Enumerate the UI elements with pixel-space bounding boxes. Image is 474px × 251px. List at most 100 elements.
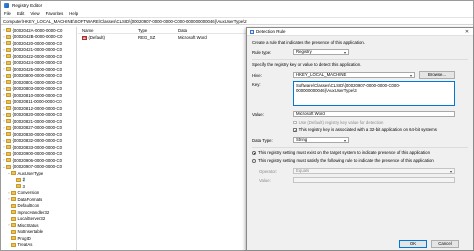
tree-item-label: InprocHandler32 bbox=[17, 209, 50, 215]
ok-button[interactable]: OK bbox=[399, 240, 427, 248]
value-type: REG_SZ bbox=[138, 35, 156, 40]
tree-item-label: {0002042B-0000-0000-C0 bbox=[12, 34, 63, 40]
dialog-title-bar: Detection Rule ✕ bbox=[247, 28, 473, 36]
value-label: Value: bbox=[252, 112, 264, 117]
tree-item-label: 3 bbox=[22, 183, 25, 189]
menu-view[interactable]: View bbox=[30, 11, 39, 16]
folder-icon bbox=[6, 164, 11, 169]
folder-icon bbox=[11, 190, 16, 195]
folder-icon bbox=[11, 203, 16, 208]
browse-button[interactable]: Browse... bbox=[419, 71, 455, 79]
tree-item-label: DefaultIcon bbox=[17, 203, 40, 209]
tree-item-label: {00020832-0000-0000-C0 bbox=[12, 138, 62, 144]
folder-icon bbox=[6, 145, 11, 150]
dialog-icon bbox=[250, 29, 254, 34]
x64-check-icon bbox=[293, 128, 297, 132]
tree-item-label: {00020425-0000-0000-C0 bbox=[12, 66, 62, 72]
rule-type-select[interactable]: Registry bbox=[293, 48, 349, 55]
hive-label: Hive: bbox=[252, 73, 262, 78]
folder-icon bbox=[6, 41, 11, 46]
tree-item-label: NotInsertable bbox=[17, 229, 44, 235]
key-value-line-2: 000000000046}\AuxUserType\3 bbox=[296, 88, 357, 93]
divider bbox=[252, 59, 468, 60]
tree-item-label: DataFormats bbox=[17, 196, 43, 202]
folder-icon bbox=[11, 229, 16, 234]
value-name: (Default) bbox=[88, 35, 105, 40]
data-type-label: Data Type: bbox=[252, 138, 273, 143]
tree-item-label: {00020820-0000-0000-C0 bbox=[12, 112, 62, 118]
use-default-label: Use (Default) registry key value for det… bbox=[298, 119, 384, 125]
hive-select[interactable]: HKEY_LOCAL_MACHINE bbox=[293, 71, 415, 78]
folder-icon bbox=[6, 119, 11, 124]
folder-icon bbox=[16, 184, 21, 189]
tree-item-label: {00020422-0000-0000-C0 bbox=[12, 53, 62, 59]
folder-icon bbox=[11, 210, 16, 215]
folder-icon bbox=[6, 86, 11, 91]
window-title: Registry Editor bbox=[12, 3, 43, 8]
value-input[interactable]: Microsoft Word bbox=[293, 110, 455, 117]
radio-must-satisfy[interactable]: This registry setting must satisfy the f… bbox=[252, 158, 434, 163]
menu-bar: File Edit View Favorites Help bbox=[1, 10, 473, 17]
rule-type-label: Rule type: bbox=[252, 50, 272, 55]
folder-icon bbox=[16, 177, 21, 182]
string-value-icon: ab bbox=[82, 35, 87, 40]
address-bar[interactable]: Computer\HKEY_LOCAL_MACHINE\SOFTWARE\Cla… bbox=[1, 17, 473, 25]
folder-icon bbox=[6, 125, 11, 130]
folder-icon bbox=[6, 28, 11, 33]
tree-item-label: 2 bbox=[22, 177, 25, 183]
tree-item-label: {00020906-0000-0000-C0 bbox=[12, 157, 62, 163]
folder-icon bbox=[6, 112, 11, 117]
folder-icon bbox=[6, 80, 11, 85]
folder-icon bbox=[6, 93, 11, 98]
folder-icon bbox=[6, 106, 11, 111]
menu-favorites[interactable]: Favorites bbox=[46, 11, 64, 16]
key-tree[interactable]: › {0002042A-0000-0000-C0 › {0002042B-0000-0… bbox=[1, 27, 77, 250]
rule-value-input[interactable] bbox=[293, 176, 455, 183]
hive-value: HKEY_LOCAL_MACHINE bbox=[296, 72, 347, 78]
tree-item-label: {00020830-0000-0000-C0 bbox=[12, 131, 62, 137]
tree-item-label: {00020421-0000-0000-C0 bbox=[12, 47, 62, 53]
column-type-header[interactable]: Type bbox=[138, 28, 178, 33]
rule-type-value: Registry bbox=[296, 49, 312, 55]
tree-item-label: {00020801-0000-0000-C0 bbox=[12, 79, 62, 85]
radio-must-satisfy-icon bbox=[252, 158, 256, 163]
folder-icon bbox=[6, 73, 11, 78]
tree-item-label: {00020424-0000-0000-C0 bbox=[12, 60, 62, 66]
folder-icon bbox=[6, 151, 11, 156]
folder-icon bbox=[6, 158, 11, 163]
folder-icon bbox=[6, 54, 11, 59]
cancel-button[interactable]: Cancel bbox=[431, 240, 459, 248]
x64-checkbox[interactable]: This registry key is associated with a 3… bbox=[293, 127, 437, 132]
operator-value: Equals bbox=[296, 168, 310, 174]
radio-must-exist[interactable]: This registry setting must exist on the … bbox=[252, 150, 430, 155]
folder-icon bbox=[11, 197, 16, 202]
x64-label: This registry key is associated with a 3… bbox=[298, 127, 437, 132]
operator-label: Operator: bbox=[259, 169, 278, 174]
folder-icon bbox=[11, 171, 16, 176]
folder-icon bbox=[6, 138, 11, 143]
data-type-select[interactable]: String bbox=[293, 136, 349, 143]
use-default-checkbox[interactable]: Use (Default) registry key value for det… bbox=[293, 120, 383, 125]
tree-item-label: {00020811-0000-0000-C0 bbox=[12, 99, 62, 105]
folder-icon bbox=[11, 223, 16, 228]
tree-item-label: Conversion bbox=[17, 190, 40, 196]
folder-icon bbox=[11, 216, 16, 221]
menu-file[interactable]: File bbox=[4, 11, 11, 16]
tree-item-label: {00020800-0000-0000-C0 bbox=[12, 73, 62, 79]
tree-item[interactable]: TreatAs bbox=[1, 242, 76, 249]
close-icon[interactable]: ✕ bbox=[463, 29, 471, 35]
title-bar: Registry Editor bbox=[1, 1, 473, 10]
column-name-header[interactable]: Name bbox=[78, 28, 138, 33]
menu-edit[interactable]: Edit bbox=[17, 11, 24, 16]
key-input[interactable]: Software\Classes\CLSID\{00020907-0000-00… bbox=[293, 80, 455, 106]
tree-item-label: {00020812-0000-0000-C0 bbox=[12, 105, 62, 111]
tree-item-label: {00020907-0000-0000-C0 bbox=[12, 164, 62, 170]
tree-item-label: {00020420-0000-0000-C0 bbox=[12, 40, 62, 46]
folder-icon bbox=[6, 99, 11, 104]
intro-text: Create a rule that indicates the presenc… bbox=[252, 40, 365, 45]
tree-item-label: {00020803-0000-0000-C0 bbox=[12, 86, 62, 92]
key-label: Key: bbox=[252, 82, 261, 87]
tree-item-label: AuxUserType bbox=[17, 170, 44, 176]
menu-help[interactable]: Help bbox=[69, 11, 78, 16]
operator-select[interactable]: Equals bbox=[293, 167, 455, 174]
